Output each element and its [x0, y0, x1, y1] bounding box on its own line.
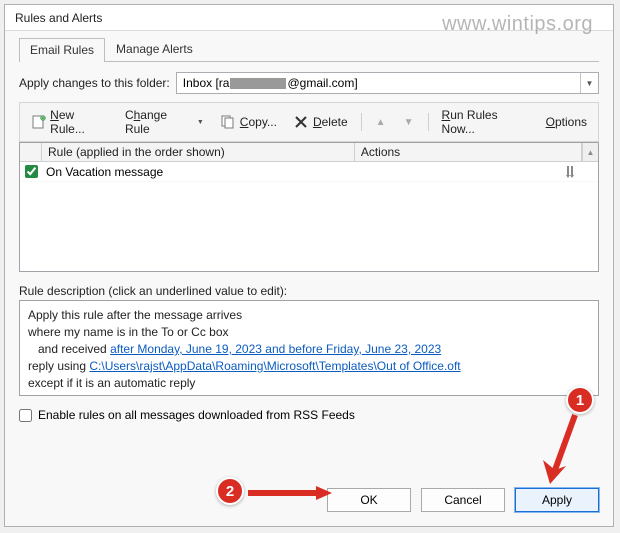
chevron-down-icon: ▼ [197, 119, 204, 126]
header-rule-col[interactable]: Rule (applied in the order shown) [42, 143, 355, 161]
desc-line2: where my name is in the To or Cc box [28, 324, 590, 341]
rules-alerts-dialog: Rules and Alerts www.wintips.org Email R… [4, 4, 614, 527]
folder-select[interactable]: Inbox [ra @gmail.com] ▼ [176, 72, 599, 94]
header-actions-col[interactable]: Actions [355, 143, 582, 161]
rule-name: On Vacation message [46, 165, 163, 179]
rss-enable-checkbox[interactable] [19, 409, 32, 422]
new-rule-button[interactable]: NNew Rule...ew Rule... [24, 105, 116, 139]
desc-line3: and received after Monday, June 19, 2023… [28, 341, 590, 358]
delete-button[interactable]: Delete [286, 111, 355, 133]
template-path-link[interactable]: C:\Users\rajst\AppData\Roaming\Microsoft… [89, 359, 460, 373]
header-scroll-spacer: ▲ [582, 143, 598, 161]
tabstrip: Email Rules Manage Alerts [19, 37, 599, 62]
move-down-button[interactable]: ▼ [396, 111, 422, 133]
dialog-buttons: OK Cancel Apply [19, 474, 599, 526]
options-button[interactable]: Options [539, 112, 594, 132]
server-rule-icon [562, 164, 578, 180]
run-rules-now-button[interactable]: Run Rules Now... [435, 105, 537, 139]
titlebar: Rules and Alerts [5, 5, 613, 31]
change-rule-button[interactable]: Change Rule ▼ [118, 105, 211, 139]
tab-email-rules[interactable]: Email Rules [19, 38, 105, 62]
arrow-up-icon: ▲ [373, 114, 389, 130]
arrow-down-icon: ▼ [401, 114, 417, 130]
rss-enable-label: Enable rules on all messages downloaded … [38, 408, 355, 422]
folder-value-prefix: Inbox [ra [183, 76, 230, 90]
date-range-link[interactable]: after Monday, June 19, 2023 and before F… [110, 342, 441, 356]
rules-grid: Rule (applied in the order shown) Action… [19, 142, 599, 272]
desc-line5: except if it is an automatic reply [28, 375, 590, 392]
chevron-down-icon[interactable]: ▼ [580, 73, 598, 93]
redacted-text [230, 78, 286, 89]
move-up-button[interactable]: ▲ [368, 111, 394, 133]
cancel-button[interactable]: Cancel [421, 488, 505, 512]
description-label: Rule description (click an underlined va… [19, 284, 599, 298]
copy-button[interactable]: Copy... [213, 111, 284, 133]
header-checkbox-col [20, 143, 42, 161]
desc-line4: reply using C:\Users\rajst\AppData\Roami… [28, 358, 590, 375]
delete-x-icon [293, 114, 309, 130]
toolbar: NNew Rule...ew Rule... Change Rule ▼ Cop… [19, 102, 599, 142]
new-rule-icon [31, 114, 46, 130]
copy-icon [220, 114, 236, 130]
window-title: Rules and Alerts [15, 11, 102, 25]
apply-button[interactable]: Apply [515, 488, 599, 512]
separator [428, 113, 429, 131]
folder-value-suffix: @gmail.com] [287, 76, 357, 90]
table-row[interactable]: On Vacation message [20, 162, 598, 182]
ok-button[interactable]: OK [327, 488, 411, 512]
separator [361, 113, 362, 131]
folder-label: Apply changes to this folder: [19, 76, 170, 90]
description-box: Apply this rule after the message arrive… [19, 300, 599, 396]
grid-header: Rule (applied in the order shown) Action… [20, 142, 598, 162]
tab-manage-alerts[interactable]: Manage Alerts [105, 37, 204, 61]
rule-enabled-checkbox[interactable] [25, 165, 38, 178]
desc-line1: Apply this rule after the message arrive… [28, 307, 590, 324]
